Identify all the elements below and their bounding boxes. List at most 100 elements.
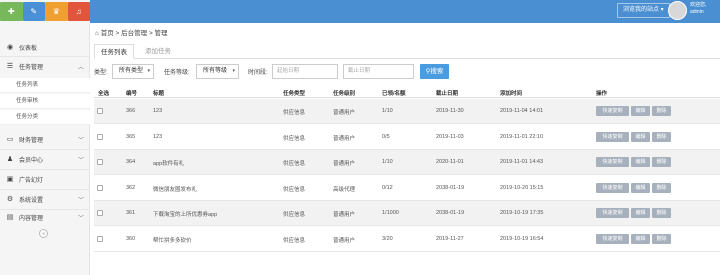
divider [0,56,90,57]
row-quota: 1/1000 [382,210,399,216]
row-type: 供应信息 [283,212,306,218]
quick-copy-button[interactable]: 快速复制 [596,131,629,142]
gear-icon: ⚙ [6,196,14,203]
bell-icon[interactable]: ♫ [67,2,90,21]
level-select-value: 所有等级 [203,68,228,74]
edit-icon[interactable]: ✎ [22,2,45,21]
delete-button[interactable]: 删除 [652,157,671,167]
home-icon[interactable]: ✚ [0,2,23,21]
edit-button[interactable]: 编辑 [631,157,650,167]
sidebar-item-finance[interactable]: ▭ 财务管理 ﹀ [0,131,90,147]
row-added: 2019-10-20 15:15 [500,184,544,191]
edit-button[interactable]: 编辑 [631,233,650,244]
quick-copy-button[interactable]: 快速复制 [596,182,629,193]
row-quota: 0/5 [382,133,390,140]
row-id: 362 [126,184,136,191]
row-title: 123 [153,133,163,140]
end-date-input[interactable]: 截止日期 [343,64,414,79]
search-button[interactable]: ⚲搜索 [420,64,449,79]
row-type: 供应信息 [283,237,306,244]
row-type: 供应信息 [283,110,306,116]
quick-copy-button[interactable]: 快速复制 [596,208,629,218]
row-checkbox[interactable] [97,159,103,165]
row-added: 2019-11-01 14:43 [500,159,544,165]
chevron-down-icon: ﹀ [77,197,84,204]
delete-button[interactable]: 删除 [652,182,671,193]
row-type: 供应信息 [283,135,306,142]
edit-button[interactable]: 编辑 [631,106,650,116]
site-menu-button[interactable]: 浏览我的站点 ▾ [617,3,670,18]
row-level: 普通用户 [333,135,356,142]
delete-button[interactable]: 删除 [652,106,671,116]
row-id: 361 [126,210,136,216]
quick-copy-button[interactable]: 快速复制 [596,106,629,116]
row-deadline: 2019-11-30 [436,108,464,114]
row-deadline: 2038-01-19 [436,184,465,191]
quick-copy-button[interactable]: 快速复制 [596,157,629,167]
row-title: 帮忙拼多多砍价 [153,237,192,244]
chevron-down-icon: ▾ [232,68,235,74]
table-row: 362 微信朋友圈发布礼 供应信息 高级代理 0/12 2038-01-19 2019-10… [94,176,720,201]
sidebar-item-label: 仪表板 [19,45,38,52]
row-title: app软件有礼 [153,161,185,167]
row-checkbox[interactable] [97,108,103,114]
sidebar-item-dashboard[interactable]: ◉ 仪表板 [0,39,90,55]
row-added: 2019-11-01 22:10 [500,133,544,140]
type-select-value: 所有类型 [119,68,144,74]
col-actions: 操作 [596,91,608,97]
tab-task-list[interactable]: 任务列表 [94,44,134,59]
row-level: 普通用户 [333,237,356,244]
delete-button[interactable]: 删除 [652,233,671,244]
row-added: 2019-11-04 14:01 [500,108,544,114]
shop-icon[interactable]: ♛ [45,2,68,21]
row-title: 123 [153,108,163,114]
chevron-down-icon: ﹀ [77,157,84,164]
edit-button[interactable]: 编辑 [631,182,650,193]
delete-button[interactable]: 删除 [652,208,671,218]
table-row: 361 下载淘宝的上所优惠券app 供应信息 普通用户 1/1000 2038-01-19… [94,201,720,226]
collapse-sidebar-button[interactable]: « [39,229,48,238]
sidebar-subitem-task-category[interactable]: 任务分类 [0,110,90,125]
sidebar-subitem-task-review[interactable]: 任务审核 [0,94,90,109]
sidebar-item-label: 会员中心 [19,157,44,164]
row-id: 365 [126,133,136,140]
sidebar-subitem-task-list[interactable]: 任务列表 [0,78,90,93]
row-level: 普通用户 [333,212,356,218]
sidebar-item-members[interactable]: ♟ 会员中心 ﹀ [0,151,90,167]
sidebar-item-settings[interactable]: ⚙ 系统设置 ﹀ [0,191,90,207]
divider [0,149,90,150]
row-level: 普通用户 [333,161,356,167]
row-checkbox[interactable] [97,133,103,140]
image-icon: ▣ [6,176,14,183]
col-title: 标题 [153,91,165,97]
row-type: 供应信息 [283,186,306,193]
row-checkbox[interactable] [97,184,103,191]
type-select[interactable]: 所有类型 ▾ [112,64,154,79]
sidebar-item-label: 广告幻灯 [19,177,44,184]
edit-button[interactable]: 编辑 [631,131,650,142]
table-row: 360 帮忙拼多多砍价 供应信息 普通用户 3/20 2019-11-27 2019-10-… [94,227,720,252]
time-label: 时间段: [248,70,268,76]
chevron-down-icon: ﹀ [77,215,84,222]
level-select[interactable]: 所有等级 ▾ [196,64,239,79]
row-title: 微信朋友圈发布礼 [153,186,198,193]
edit-button[interactable]: 编辑 [631,208,650,218]
tab-add-task[interactable]: 添加任务 [139,44,177,59]
row-checkbox[interactable] [97,210,103,216]
delete-button[interactable]: 删除 [652,131,671,142]
start-date-input[interactable]: 起始日期 [272,64,338,79]
user-icon: ♟ [6,156,14,163]
sidebar-item-content[interactable]: ▤ 内容管理 ﹀ [0,209,90,225]
quick-copy-button[interactable]: 快速复制 [596,233,629,244]
row-id: 364 [126,159,136,165]
user-greeting[interactable]: 欢迎您, admin [690,2,706,16]
type-label: 类型: [94,70,108,76]
breadcrumb-text[interactable]: 首页 > 后台管理 > 管理 [101,30,168,37]
row-id: 366 [126,108,136,114]
sidebar-item-ads[interactable]: ▣ 广告幻灯 [0,171,90,187]
col-quota: 已领/名额 [382,91,406,97]
avatar[interactable] [668,1,687,20]
sidebar-item-tasks[interactable]: ☰ 任务管理 ︿ [0,58,90,74]
row-checkbox[interactable] [97,235,103,242]
select-all-header[interactable]: 全选 [98,89,109,97]
